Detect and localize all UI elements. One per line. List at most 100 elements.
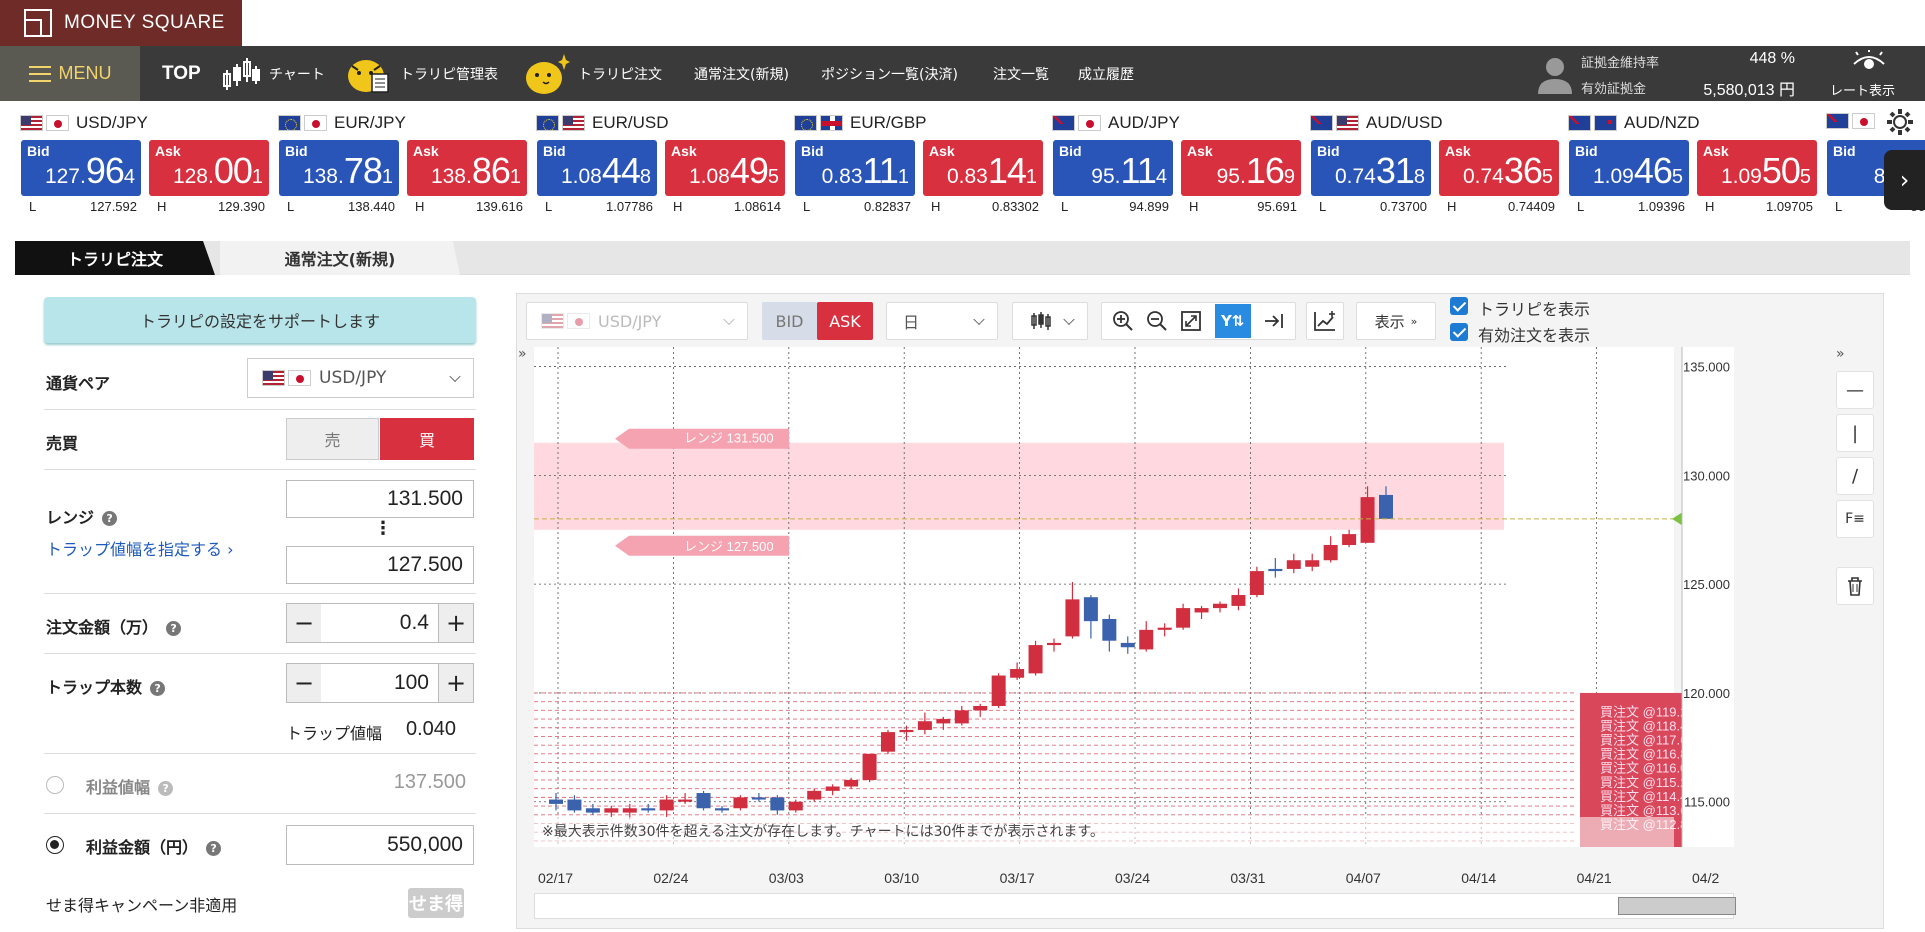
nav-positions[interactable]: ポジション一覧(決済): [821, 46, 958, 101]
x-tick-label: 04/14: [1461, 870, 1497, 886]
pair-name: AUD/NZD: [1568, 113, 1700, 133]
ask-button[interactable]: Ask 95.169: [1181, 140, 1301, 196]
rate-display-toggle[interactable]: レート表示: [1826, 46, 1916, 101]
trend-line-tool-icon[interactable]: ∕: [1836, 457, 1874, 495]
bid-button[interactable]: Bid 0.83111: [795, 140, 915, 196]
ask-button[interactable]: Ask 1.09505: [1697, 140, 1817, 196]
profit-amount-radio[interactable]: [46, 836, 64, 854]
effective-margin-label: 有効証拠金: [1581, 82, 1647, 97]
rate-pair[interactable]: EUR/GBP Bid 0.83111 Ask 0.83141 L 0.82837 H…: [774, 101, 1043, 219]
expand-left-icon[interactable]: »: [518, 346, 527, 362]
currency-pair-select[interactable]: USD/JPY: [247, 358, 474, 398]
brand-logo[interactable]: MONEY SQUARE: [0, 0, 242, 46]
trap-count-label: トラップ本数?: [46, 674, 166, 698]
ask-button[interactable]: Ask 138.861: [407, 140, 527, 196]
trap-count-decrement[interactable]: −: [286, 663, 322, 703]
double-chevron-down-icon: »: [1410, 314, 1418, 328]
account-summary[interactable]: 証拠金維持率 有効証拠金 448 % 5,580,013 円: [1535, 46, 1795, 101]
bid-button[interactable]: Bid 1.09465: [1569, 140, 1689, 196]
trap-count-input[interactable]: 100: [321, 663, 439, 703]
bid-button[interactable]: Bid 138.781: [279, 140, 399, 196]
gb-flag-icon: [820, 115, 843, 131]
buy-button[interactable]: 買: [380, 418, 474, 460]
show-trarip-checkbox[interactable]: [1450, 297, 1468, 315]
zoom-in-icon[interactable]: [1112, 310, 1134, 332]
order-amount-decrement[interactable]: −: [286, 603, 322, 643]
chart-type-select[interactable]: [1012, 302, 1088, 340]
zoom-out-icon[interactable]: [1146, 310, 1168, 332]
nav-trarip-manage[interactable]: トラリピ管理表: [344, 46, 498, 101]
nav-chart-label: チャート: [269, 66, 325, 83]
bid-price: 0.83111: [821, 150, 909, 191]
chart-bid-toggle[interactable]: BID: [762, 302, 817, 340]
order-amount-increment[interactable]: +: [438, 603, 474, 643]
help-icon[interactable]: ?: [206, 841, 222, 856]
expand-right-icon[interactable]: »: [1836, 346, 1845, 362]
bid-button[interactable]: Bid 95.114: [1053, 140, 1173, 196]
rate-pair[interactable]: AUD/NZD Bid 1.09465 Ask 1.09505 L 1.09396 H…: [1548, 101, 1817, 219]
trap-width-link[interactable]: トラップ値幅を指定する ›: [46, 536, 234, 560]
sell-button[interactable]: 売: [286, 418, 379, 460]
help-icon[interactable]: ?: [166, 621, 182, 636]
help-icon[interactable]: ?: [102, 511, 118, 526]
ask-button[interactable]: Ask 0.83141: [923, 140, 1043, 196]
range-high-input[interactable]: 131.500: [286, 480, 474, 518]
range-label: レンジ?: [46, 504, 118, 528]
support-button[interactable]: トラリピの設定をサポートします: [44, 297, 476, 343]
fit-screen-icon[interactable]: [1180, 310, 1202, 332]
tab-trarip-order[interactable]: トラリピ注文: [15, 241, 215, 275]
rate-pair[interactable]: AUD/USD Bid 0.74318 Ask 0.74365 L 0.73700 H…: [1290, 101, 1559, 219]
x-tick-label: 02/24: [653, 870, 689, 886]
rate-pair[interactable]: AUD/JPY Bid 95.114 Ask 95.169 L 94.899 H 95.…: [1032, 101, 1301, 219]
price-chart[interactable]: 買注文 @119.200買注文 @118.400買注文 @117.600買注文 …: [534, 347, 1734, 847]
chart-scroll-track[interactable]: [534, 893, 1734, 919]
rate-pair[interactable]: EUR/USD Bid 1.08448 Ask 1.08495 L 1.07786 H…: [516, 101, 785, 219]
pair-name: EUR/GBP: [794, 113, 927, 133]
nav-trarip-order[interactable]: トラリピ注文: [524, 46, 662, 101]
bid-button[interactable]: Bid 0.74318: [1311, 140, 1431, 196]
candle-body: [991, 675, 1006, 706]
profit-amount-input[interactable]: 550,000: [286, 825, 474, 865]
trap-count-increment[interactable]: +: [438, 663, 474, 703]
ask-button[interactable]: Ask 0.74365: [1439, 140, 1559, 196]
help-icon[interactable]: ?: [158, 781, 174, 796]
indicator-button[interactable]: [1306, 302, 1344, 340]
rate-pair[interactable]: EUR/JPY Bid 138.781 Ask 138.861 L 138.440 H…: [258, 101, 527, 219]
profit-width-radio[interactable]: [46, 776, 64, 794]
us-flag-icon: [562, 115, 585, 131]
nav-history[interactable]: 成立履歴: [1078, 46, 1134, 101]
ask-button[interactable]: Ask 1.08495: [665, 140, 785, 196]
candle-body: [862, 753, 877, 780]
timeframe-select[interactable]: 日: [886, 302, 998, 340]
chart-pair-select[interactable]: USD/JPY: [526, 302, 748, 340]
settings-gear-icon[interactable]: [1885, 107, 1915, 137]
horizontal-line-tool-icon[interactable]: —: [1836, 371, 1874, 409]
rate-strip-next-button[interactable]: ›: [1884, 150, 1925, 210]
ask-button[interactable]: Ask 128.001: [149, 140, 269, 196]
vertical-line-tool-icon[interactable]: |: [1836, 414, 1874, 452]
fibonacci-tool-icon[interactable]: F≡: [1836, 500, 1874, 538]
chart-scroll-thumb[interactable]: [1618, 897, 1736, 915]
candle-body: [1213, 603, 1227, 609]
bid-button[interactable]: Bid 127.964: [21, 140, 141, 196]
rate-pair[interactable]: USD/JPY Bid 127.964 Ask 128.001 L 127.592 H…: [0, 101, 269, 219]
bid-button[interactable]: Bid 1.08448: [537, 140, 657, 196]
trash-icon[interactable]: [1836, 567, 1874, 605]
order-amount-input[interactable]: 0.4: [321, 603, 439, 643]
eu-flag-icon: [278, 115, 301, 131]
range-low-input[interactable]: 127.500: [286, 546, 474, 584]
nav-top[interactable]: TOP: [162, 46, 201, 101]
chart-ask-toggle[interactable]: ASK: [817, 302, 873, 340]
nav-chart[interactable]: チャート: [221, 46, 325, 101]
show-orders-checkbox[interactable]: [1450, 323, 1468, 341]
chevron-down-icon: [449, 370, 461, 383]
nav-order-list[interactable]: 注文一覧: [993, 46, 1049, 101]
display-menu-button[interactable]: 表示 »: [1356, 302, 1436, 340]
menu-button[interactable]: MENU: [0, 46, 140, 101]
auto-scale-icon[interactable]: Y⇅: [1214, 304, 1251, 338]
help-icon[interactable]: ?: [150, 681, 166, 696]
campaign-logo: せま得: [408, 888, 464, 918]
nav-normal-order[interactable]: 通常注文(新規): [694, 46, 789, 101]
scroll-latest-icon[interactable]: [1263, 310, 1285, 332]
tab-normal-order[interactable]: 通常注文(新規): [220, 241, 460, 275]
